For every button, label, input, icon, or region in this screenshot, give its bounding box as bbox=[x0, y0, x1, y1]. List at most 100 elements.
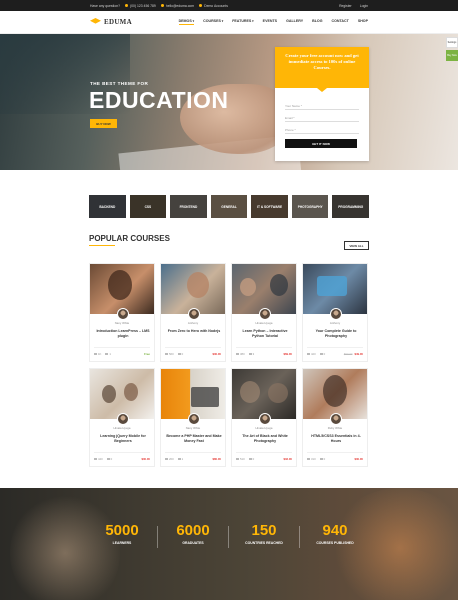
comment-icon bbox=[248, 458, 252, 460]
views-value: 310 bbox=[311, 457, 316, 461]
register-link[interactable]: Register bbox=[339, 4, 352, 8]
phone-link[interactable]: (00) 123 456 789 bbox=[124, 3, 156, 8]
course-card[interactable]: Hinata Hyuga Learning jQuery Mobile for … bbox=[89, 368, 155, 467]
course-card[interactable]: Anthony Your Complete Guide to Photograp… bbox=[302, 263, 368, 362]
teacher-name[interactable]: Hinata Hyuga bbox=[232, 321, 296, 325]
nav-courses[interactable]: Courses bbox=[203, 19, 223, 25]
nav-events[interactable]: Events bbox=[263, 19, 277, 25]
comments-count: 0 bbox=[319, 352, 325, 356]
course-card[interactable]: Hinata Hyuga The Art of Black and White … bbox=[231, 368, 297, 467]
comment-icon bbox=[248, 353, 252, 355]
course-grid: Nany White Introduction LearnPress – LMS… bbox=[89, 263, 369, 467]
stat-label: LEARNERS bbox=[112, 541, 132, 545]
views-count: 510 bbox=[236, 457, 245, 461]
course-price: $60.00 $49.00 bbox=[344, 352, 363, 356]
nav-contact[interactable]: Contact bbox=[332, 19, 349, 25]
stat-graduates: 6000 GRADUATES bbox=[158, 522, 228, 545]
stat-number: 940 bbox=[322, 522, 348, 539]
hero-subtitle: THE BEST THEME FOR bbox=[90, 81, 149, 86]
stat-courses: 940 COURSES PUBLISHED bbox=[300, 522, 370, 545]
hero-title: EDUCATION bbox=[89, 87, 229, 113]
course-price: $30.00 bbox=[141, 457, 150, 461]
category-strip: BACKEND CSS FRONTEND GENERAL IT & SOFTWA… bbox=[89, 195, 370, 218]
email-field[interactable]: Email * bbox=[285, 115, 359, 122]
logo[interactable]: EDUMA bbox=[90, 18, 132, 26]
course-title[interactable]: Introduction LearnPress – LMS plugin bbox=[95, 329, 151, 339]
course-price: $30.00 bbox=[354, 457, 363, 461]
teacher-name[interactable]: Anthony bbox=[161, 321, 225, 325]
category-frontend[interactable]: FRONTEND bbox=[170, 195, 207, 218]
teacher-name[interactable]: Hinata Hyuga bbox=[90, 426, 154, 430]
question-text: Have any question? bbox=[90, 3, 120, 8]
email-text: hello@eduma.com bbox=[165, 3, 195, 8]
buy-now-widget[interactable]: Buy Now bbox=[446, 50, 458, 61]
course-title[interactable]: Your Complete Guide to Photography bbox=[308, 329, 364, 339]
phone-icon bbox=[124, 3, 128, 7]
teacher-name[interactable]: Nany White bbox=[161, 426, 225, 430]
course-price: $30.00 bbox=[212, 352, 221, 356]
teacher-avatar bbox=[259, 308, 271, 320]
hero-banner: THE BEST THEME FOR EDUCATION BUY NOW bbox=[0, 34, 458, 170]
teacher-name[interactable]: Hinata Hyuga bbox=[232, 426, 296, 430]
teacher-avatar bbox=[259, 413, 271, 425]
eye-icon bbox=[94, 458, 97, 460]
teacher-name[interactable]: Ruby White bbox=[303, 426, 367, 430]
category-photography[interactable]: PHOTOGRAPHY bbox=[291, 195, 329, 218]
comment-icon bbox=[177, 458, 181, 460]
course-title[interactable]: Become a PHP Master and Make Money Fast bbox=[166, 434, 222, 444]
login-link[interactable]: Login bbox=[360, 4, 368, 8]
old-price: $60.00 bbox=[343, 352, 353, 356]
view-all-button[interactable]: VIEW ALL bbox=[344, 241, 369, 250]
teacher-name[interactable]: Nany White bbox=[90, 321, 154, 325]
course-card[interactable]: Hinata Hyuga Learn Python – Interactive … bbox=[231, 263, 297, 362]
course-card[interactable]: Ruby White HTML5/CSS3 Essentials in 4-Ho… bbox=[302, 368, 368, 467]
course-meta: 420 0 $60.00 $49.00 bbox=[307, 347, 363, 356]
views-value: 510 bbox=[240, 457, 245, 461]
get-it-now-button[interactable]: GET IT NOW bbox=[285, 139, 357, 148]
course-meta: 560 0 $30.00 bbox=[165, 347, 221, 356]
category-css[interactable]: CSS bbox=[129, 195, 167, 218]
stats-section: 5000 LEARNERS 6000 GRADUATES 150 COUNTRI… bbox=[0, 488, 458, 600]
course-card[interactable]: Nany White Introduction LearnPress – LMS… bbox=[89, 263, 155, 362]
course-thumbnail bbox=[303, 369, 367, 419]
buy-now-label: Buy Now bbox=[447, 54, 457, 57]
nav-features[interactable]: Features bbox=[232, 19, 253, 25]
course-title[interactable]: The Art of Black and White Photography bbox=[237, 434, 293, 444]
graduation-cap-icon bbox=[90, 18, 101, 24]
course-title[interactable]: From Zero to Hero with Nodejs bbox=[166, 329, 222, 334]
signup-heading: Create your free account now and get imm… bbox=[275, 47, 369, 92]
teacher-name[interactable]: Anthony bbox=[303, 321, 367, 325]
nav-shop[interactable]: Shop bbox=[358, 19, 368, 25]
buy-now-button[interactable]: BUY NOW bbox=[90, 119, 117, 128]
comment-icon bbox=[177, 353, 181, 355]
course-card[interactable]: Anthony From Zero to Hero with Nodejs 56… bbox=[160, 263, 226, 362]
views-value: 380 bbox=[240, 352, 245, 356]
course-thumbnail bbox=[90, 264, 154, 314]
category-general[interactable]: GENERAL bbox=[210, 195, 248, 218]
category-backend[interactable]: BACKEND bbox=[89, 195, 126, 218]
category-programming[interactable]: PROGRAMMING bbox=[332, 195, 370, 218]
nav-demos[interactable]: Demos bbox=[178, 19, 195, 25]
phone-text: (00) 123 456 789 bbox=[129, 3, 156, 8]
comments-value: 3 bbox=[252, 352, 255, 356]
email-link[interactable]: hello@eduma.com bbox=[160, 3, 195, 8]
nav-gallery[interactable]: Gallery bbox=[286, 19, 303, 25]
course-title[interactable]: Learning jQuery Mobile for Beginners bbox=[95, 434, 151, 444]
course-thumbnail bbox=[161, 264, 225, 314]
comments-count: 0 bbox=[248, 457, 254, 461]
name-field[interactable]: Your Name * bbox=[285, 103, 359, 110]
course-title[interactable]: HTML5/CSS3 Essentials in 4-Hours bbox=[308, 434, 364, 444]
course-price: $69.00 bbox=[283, 352, 292, 356]
demo-accounts-link[interactable]: Demo Accounts bbox=[199, 3, 228, 8]
phone-field[interactable]: Phone * bbox=[285, 127, 359, 134]
eye-icon bbox=[236, 458, 239, 460]
course-meta: 310 0 $30.00 bbox=[307, 452, 363, 461]
settings-widget[interactable]: Settings bbox=[446, 37, 458, 48]
course-title[interactable]: Learn Python – Interactive Python Tutori… bbox=[237, 329, 293, 339]
nav-blog[interactable]: Blog bbox=[312, 19, 322, 25]
category-it-software[interactable]: IT & SOFTWARE bbox=[251, 195, 288, 218]
course-card[interactable]: Nany White Become a PHP Master and Make … bbox=[160, 368, 226, 467]
stat-label: GRADUATES bbox=[182, 541, 204, 545]
views-count: 380 bbox=[236, 352, 245, 356]
category-label: CSS bbox=[144, 204, 152, 209]
